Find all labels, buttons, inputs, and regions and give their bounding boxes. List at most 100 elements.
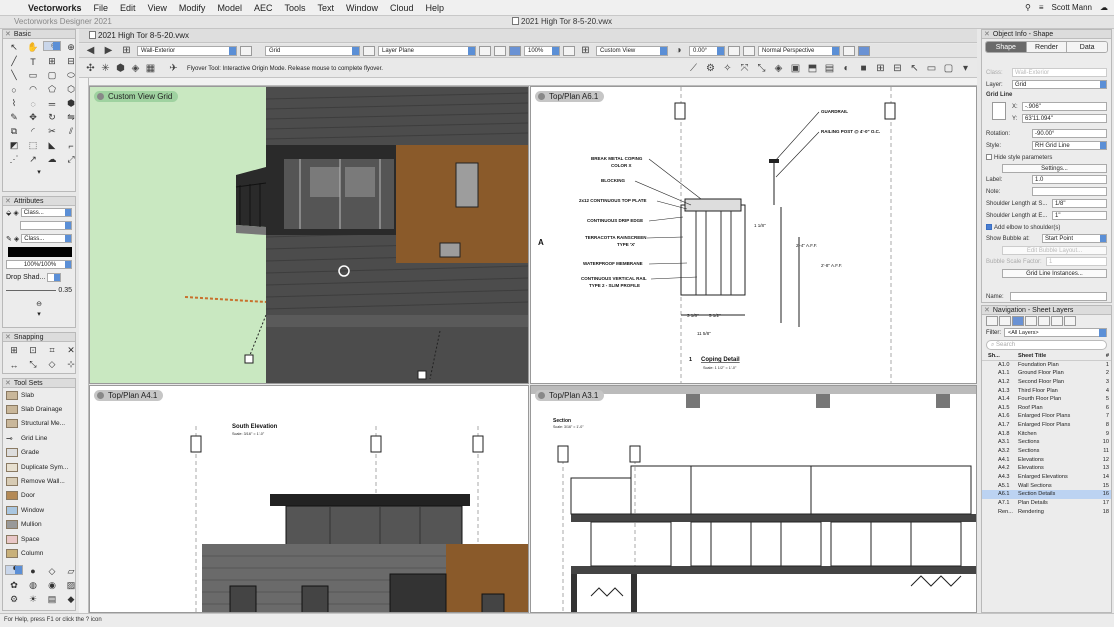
rotation-field[interactable]: -90.00° [1032, 129, 1107, 138]
column-index[interactable]: # [1099, 352, 1111, 360]
checkbox-icon[interactable] [986, 154, 992, 160]
pen-class-select[interactable]: Class... [21, 234, 72, 243]
sheet-row[interactable]: A1.3 Third Floor Plan 4 [982, 387, 1111, 396]
spiral-tool-icon[interactable]: ◌ [24, 97, 42, 110]
revision-tool-icon[interactable]: ☁ [43, 153, 61, 166]
close-icon[interactable]: ✕ [984, 31, 990, 38]
toolset-window[interactable]: Window [3, 503, 75, 517]
view-name-label[interactable]: Top/Plan A3.1 [535, 390, 605, 401]
sheet-row[interactable]: A5.1 Wall Sections 15 [982, 482, 1111, 491]
contrast-icon[interactable]: ◐ [839, 62, 854, 75]
forward-icon[interactable]: ▶ [101, 44, 116, 57]
grid-line-instances-button[interactable]: Grid Line Instances... [1002, 269, 1107, 278]
zoom-fit-button[interactable] [509, 45, 521, 56]
hide-style-checkbox[interactable]: Hide style parameters [986, 154, 1052, 161]
dimension-tool-icon[interactable]: ⊟ [62, 55, 80, 68]
menu-text[interactable]: Text [311, 3, 340, 13]
regular-polygon-tool-icon[interactable]: ⬢ [62, 97, 80, 110]
classes-view-icon[interactable] [986, 316, 998, 326]
chamfer-tool-icon[interactable]: ◣ [43, 139, 61, 152]
viewport-detail[interactable]: BREAK METAL COPING COLOR X BLOCKING 2x12… [530, 86, 977, 384]
reference-point-icon[interactable] [992, 102, 1006, 120]
toolset-remove-wall[interactable]: Remove Wall... [3, 474, 75, 488]
lighting-icon[interactable]: ✧ [720, 62, 735, 75]
class-select[interactable]: Wall-Exterior [1012, 68, 1107, 77]
pointer-icon[interactable]: ↖ [907, 62, 922, 75]
fabric-icon[interactable]: ▨ [62, 579, 80, 592]
toolset-slab-drainage[interactable]: Slab Drainage [3, 402, 75, 416]
double-line-tool-icon[interactable]: ═ [43, 97, 61, 110]
clip-tool-icon[interactable]: ◩ [5, 139, 23, 152]
view-name-label[interactable]: Top/Plan A4.1 [94, 390, 164, 401]
tool-preferences-icon[interactable]: ✈ [166, 62, 181, 75]
eyedropper-tool-icon[interactable]: ✎ [5, 111, 23, 124]
sheet-row[interactable]: A1.7 Enlarged Floor Plans 8 [982, 421, 1111, 430]
reshape-tool-icon[interactable]: ⬚ [24, 139, 42, 152]
callout-tool-icon[interactable]: ⊞ [43, 55, 61, 68]
shoulder-start-field[interactable]: 1/8" [1052, 199, 1107, 208]
snap-tangent-icon[interactable]: ⤡ [24, 358, 42, 371]
clip-cube-icon[interactable]: ⤧ [737, 62, 752, 75]
sheet-row[interactable]: A4.3 Enlarged Elevations 14 [982, 473, 1111, 482]
tab-render[interactable]: Render [1026, 42, 1068, 52]
sheet-row[interactable]: A7.1 Plan Details 17 [982, 499, 1111, 508]
line-tool-icon[interactable]: ╱ [5, 55, 23, 68]
projection-button[interactable] [743, 45, 755, 56]
building-shell-icon[interactable]: ⬢ [5, 564, 23, 575]
search-field[interactable]: ⌕ Search [986, 340, 1107, 350]
sheet-row[interactable]: Ren... Rendering 18 [982, 508, 1111, 517]
oval-tool-icon[interactable]: ⬭ [62, 69, 80, 82]
sheet-row[interactable]: A1.5 Roof Plan 6 [982, 404, 1111, 413]
menu-window[interactable]: Window [340, 3, 384, 13]
single-pane-icon[interactable]: ▢ [941, 62, 956, 75]
sheet-layers-view-icon[interactable] [1012, 316, 1024, 326]
snap-distance-icon[interactable]: ↔ [5, 358, 23, 371]
sheet-row[interactable]: A1.8 Kitchen 9 [982, 430, 1111, 439]
text-tool-icon[interactable]: T [24, 55, 42, 68]
menu-cloud[interactable]: Cloud [384, 3, 420, 13]
references-view-icon[interactable] [1051, 316, 1063, 326]
furniture-icon[interactable]: ▱ [62, 565, 80, 578]
rectangle-tool-icon[interactable]: ▭ [24, 69, 42, 82]
tab-shape[interactable]: Shape [986, 42, 1027, 52]
line2-tool-icon[interactable]: ╲ [5, 69, 23, 82]
sheet-row[interactable]: A1.2 Second Floor Plan 3 [982, 378, 1111, 387]
style-select[interactable]: RH Grid Line [1032, 141, 1107, 150]
toolset-duplicate-symbol[interactable]: Duplicate Sym... [3, 460, 75, 474]
visualization-icon[interactable]: ◍ [24, 579, 42, 592]
selection-tool-icon[interactable]: ↖ [5, 41, 23, 54]
filter-select[interactable]: <All Layers> [1004, 328, 1107, 337]
sheet-row[interactable]: A1.4 Fourth Floor Plan 5 [982, 395, 1111, 404]
fillet-tool-icon[interactable]: ◜ [24, 125, 42, 138]
symbols-view-icon[interactable] [1064, 316, 1076, 326]
object-mode-icon[interactable]: ⬢ [113, 62, 128, 75]
sheet-row[interactable]: A1.6 Enlarged Floor Plans 7 [982, 412, 1111, 421]
viewport-elevation[interactable]: B South Elevation Scale: 3/16" = 1'-0" T… [89, 385, 529, 613]
menu-view[interactable]: View [142, 3, 173, 13]
standard-view-button[interactable] [494, 45, 506, 56]
projection-select[interactable]: Normal Perspective [758, 45, 840, 56]
view-name-label[interactable]: Custom View Grid [94, 91, 179, 102]
opacity-select[interactable]: 100%/100% [6, 260, 72, 269]
tab-data[interactable]: Data [1067, 42, 1107, 52]
pen-style-icon[interactable]: ◈ [14, 235, 19, 243]
stop-render-icon[interactable]: ■ [856, 62, 871, 75]
spotlight-icon[interactable]: ☀ [24, 593, 42, 606]
sheet-row[interactable]: A6.1 Section Details 16 [982, 490, 1111, 499]
fit-icon[interactable]: ⤡ [754, 62, 769, 75]
rotation-select[interactable]: 0.00° [689, 45, 725, 56]
rotate-tool-icon[interactable]: ↻ [43, 111, 61, 124]
polyline-tool-icon[interactable]: ⬠ [43, 83, 61, 96]
close-icon[interactable]: ✕ [5, 380, 11, 387]
pane-icon[interactable]: ▭ [924, 62, 939, 75]
offset-tool-icon[interactable]: ⧉ [5, 125, 23, 138]
move-tool-icon[interactable]: ✥ [24, 111, 42, 124]
stipple-tool-icon[interactable]: ⋰ [5, 153, 23, 166]
y-field[interactable]: 63'11.094" [1022, 114, 1107, 123]
walkthrough-icon[interactable]: ⟋ [686, 62, 701, 75]
column-sheet-number[interactable]: Sh... [982, 352, 1018, 360]
shoulder-end-field[interactable]: 1" [1052, 211, 1107, 220]
machine-icon[interactable]: ⚙ [5, 593, 23, 606]
search-icon[interactable]: ⚲ [1025, 3, 1031, 12]
circle-tool-icon[interactable]: ○ [5, 83, 23, 96]
